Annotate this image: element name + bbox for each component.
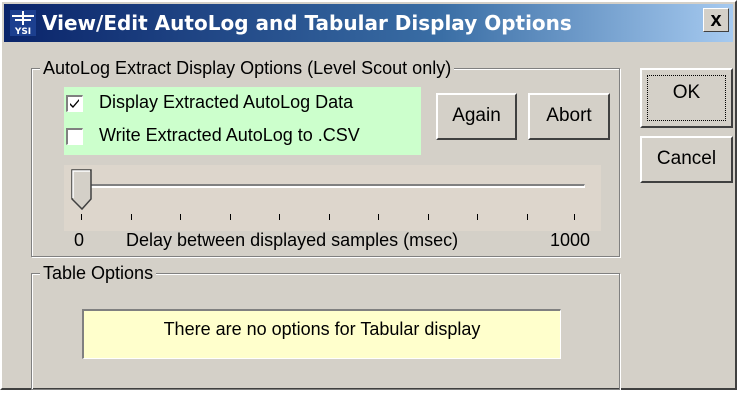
focus-rect (647, 75, 726, 121)
ok-button[interactable]: OK (640, 68, 733, 128)
slider-tick (131, 214, 132, 220)
slider-tick (279, 214, 280, 220)
table-options-legend: Table Options (40, 262, 157, 284)
tabular-notice: There are no options for Tabular display (82, 309, 561, 359)
app-icon-label: YSI (14, 27, 31, 36)
again-label: Again (452, 105, 501, 126)
dialog-window: YSI View/Edit AutoLog and Tabular Displa… (0, 0, 737, 390)
abort-button[interactable]: Abort (528, 93, 610, 140)
display-extracted-checkbox[interactable] (66, 95, 83, 112)
slider-track (84, 184, 585, 188)
slider-tick (81, 214, 82, 220)
autolog-options-legend: AutoLog Extract Display Options (Level S… (40, 57, 455, 79)
slider-tick (477, 214, 478, 220)
display-extracted-label: Display Extracted AutoLog Data (99, 92, 354, 112)
slider-caption: Delay between displayed samples (msec) (126, 230, 459, 250)
slider-min-label: 0 (74, 230, 85, 250)
slider-tick (329, 214, 330, 220)
window-title: View/Edit AutoLog and Tabular Display Op… (42, 11, 572, 35)
slider-max-label: 1000 (550, 230, 591, 250)
slider-tick (180, 214, 181, 220)
slider-tick (574, 214, 575, 220)
slider-tick (378, 214, 379, 220)
write-csv-label: Write Extracted AutoLog to .CSV (99, 125, 360, 145)
close-button[interactable]: x (703, 8, 729, 32)
ysi-app-icon: YSI (10, 10, 36, 36)
checkmark-icon (70, 99, 79, 108)
close-icon: x (710, 9, 722, 31)
title-bar[interactable]: YSI View/Edit AutoLog and Tabular Displa… (4, 4, 733, 42)
slider-tick (230, 214, 231, 220)
again-button[interactable]: Again (436, 93, 517, 140)
delay-slider[interactable] (64, 165, 601, 231)
cancel-button[interactable]: Cancel (640, 136, 733, 183)
cancel-label: Cancel (656, 148, 717, 169)
slider-thumb[interactable] (71, 169, 93, 211)
abort-label: Abort (546, 105, 592, 126)
slider-tick (527, 214, 528, 220)
write-csv-checkbox[interactable] (66, 128, 83, 145)
slider-tick (428, 214, 429, 220)
